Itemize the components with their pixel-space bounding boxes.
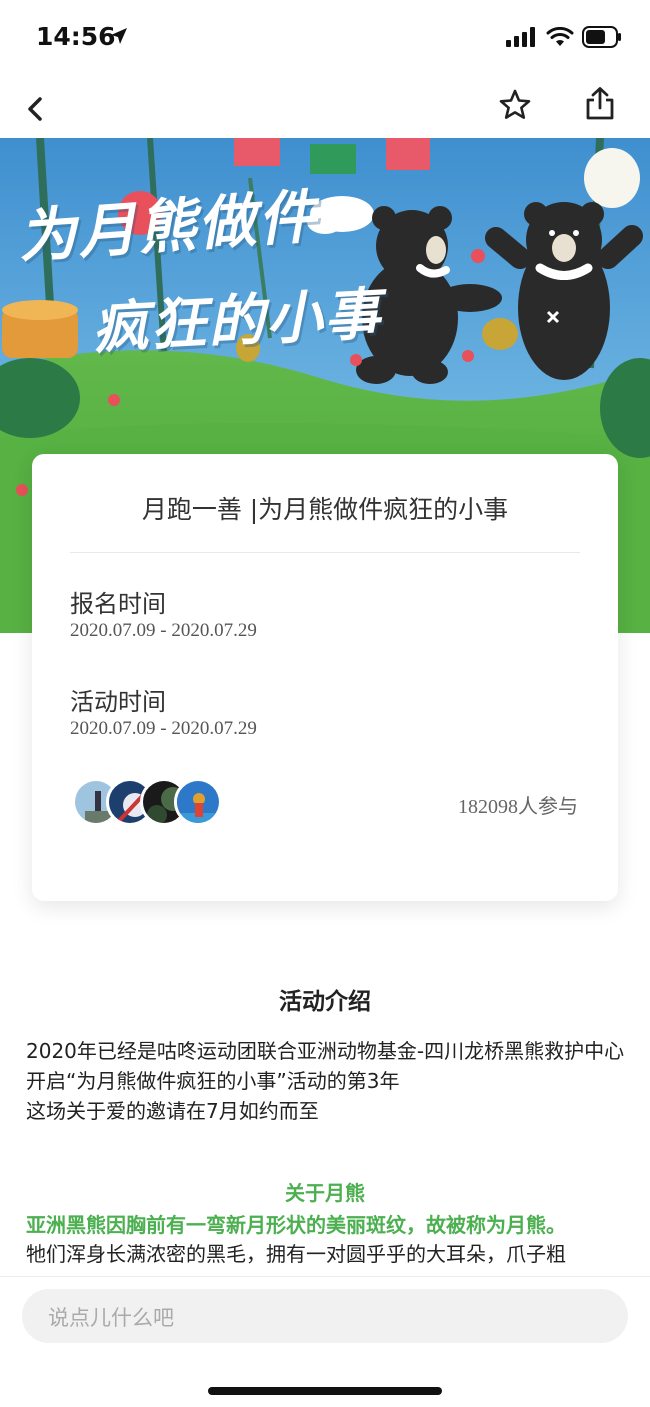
activity-time-label: 活动时间 bbox=[70, 688, 166, 716]
card-divider bbox=[70, 552, 580, 553]
activity-title: 月跑一善 |为月熊做件疯狂的小事 bbox=[141, 495, 509, 524]
about-highlight: 亚洲黑熊因胸前有一弯新月形状的美丽斑纹，故被称为月熊。 bbox=[26, 1213, 566, 1237]
participant-count: 182098人参与 bbox=[458, 790, 578, 819]
participant-count-suffix: 人参与 bbox=[518, 794, 578, 818]
status-indicators bbox=[506, 26, 622, 48]
cellular-signal-icon bbox=[506, 27, 535, 47]
location-arrow-icon bbox=[111, 28, 127, 44]
comment-bar: 说点儿什么吧 bbox=[0, 1276, 650, 1407]
about-heading: 关于月熊 bbox=[285, 1181, 365, 1205]
intro-text: 2020年已经是咕咚运动团联合亚洲动物基金-四川龙桥黑熊救护中心 开启“为月熊做… bbox=[26, 1036, 626, 1126]
home-indicator[interactable] bbox=[208, 1387, 442, 1395]
chevron-left-icon[interactable] bbox=[22, 88, 52, 128]
intro-heading: 活动介绍 bbox=[279, 989, 371, 1015]
intro-line: 开启“为月熊做件疯狂的小事”活动的第3年 bbox=[26, 1069, 400, 1093]
activity-time-value: 2020.07.09 - 2020.07.29 bbox=[70, 718, 257, 739]
banner-title-line2: 疯狂的小事 bbox=[90, 280, 384, 362]
intro-line: 2020年已经是咕咚运动团联合亚洲动物基金-四川龙桥黑熊救护中心 bbox=[26, 1039, 625, 1063]
status-time: 14:56 bbox=[36, 22, 116, 51]
comment-input[interactable]: 说点儿什么吧 bbox=[22, 1289, 628, 1343]
wifi-icon bbox=[546, 27, 574, 46]
intro-line: 这场关于爱的邀请在7月如约而至 bbox=[26, 1099, 319, 1123]
star-icon[interactable] bbox=[498, 88, 532, 122]
share-icon[interactable] bbox=[584, 86, 616, 122]
navigation-bar bbox=[0, 78, 650, 138]
status-bar: 14:56 bbox=[0, 0, 650, 78]
activity-detail-page: 14:56 为月熊做件 疯狂的小事 月跑一善 |为月熊做件疯狂的小事 报名时间 … bbox=[0, 0, 650, 1407]
banner-title: 为月熊做件 疯狂的小事 bbox=[16, 182, 384, 365]
avatar[interactable] bbox=[174, 778, 222, 826]
activity-info-card: 月跑一善 |为月熊做件疯狂的小事 报名时间 2020.07.09 - 2020.… bbox=[32, 454, 618, 901]
about-body: 牠们浑身长满浓密的黑毛，拥有一对圆乎乎的大耳朵，爪子粗 bbox=[26, 1242, 566, 1266]
participant-avatars[interactable] bbox=[72, 778, 232, 826]
participant-count-number: 182098 bbox=[458, 796, 518, 818]
battery-icon bbox=[582, 26, 621, 48]
registration-time-label: 报名时间 bbox=[70, 590, 166, 618]
registration-time-value: 2020.07.09 - 2020.07.29 bbox=[70, 620, 257, 641]
comment-placeholder: 说点儿什么吧 bbox=[48, 1306, 174, 1330]
